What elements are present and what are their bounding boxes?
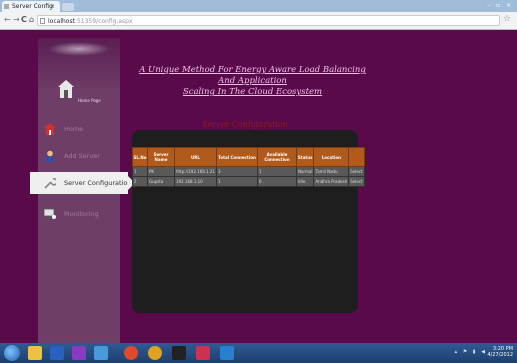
system-tray-icons[interactable]: ▴ ⚑ ▮ ◀ (455, 349, 487, 355)
panel-title: Server Configuration (202, 120, 288, 129)
table-row: 2 Gupsta 192.168.1.10 1 0 Idle Andhra Pr… (132, 176, 365, 187)
cell-sl-no: 1 (132, 166, 148, 177)
start-button[interactable] (4, 345, 20, 361)
sidebar-item-label: Monitoring (64, 210, 99, 218)
browser-titlebar: Server Config × – ▫ × (0, 0, 517, 12)
forward-arrow-icon[interactable]: → (13, 15, 20, 25)
firefox-icon[interactable] (148, 346, 162, 360)
sidebar-header (38, 38, 120, 93)
cell-status: Normal (295, 166, 315, 177)
page-heading-line2: Scaling In The Cloud Ecosystem (182, 87, 323, 97)
tab-close-icon[interactable]: × (50, 1, 55, 12)
wrench-icon (44, 178, 56, 189)
url-path: :51359/config.aspx (74, 18, 133, 25)
home-page-label: Home Page (78, 98, 101, 103)
reload-icon[interactable]: C (21, 15, 27, 25)
cell-location: Andhra Pradesh (313, 176, 350, 187)
sidebar-item-label: Home (64, 125, 84, 133)
window-controls[interactable]: – ▫ × (487, 0, 513, 11)
column-header: Server Name (147, 147, 175, 167)
column-header: URL (174, 147, 217, 167)
star-app-icon[interactable] (196, 346, 210, 360)
windows-taskbar: ▴ ⚑ ▮ ◀ 3:20 PM 4/27/2012 (0, 343, 517, 363)
column-header: Location (313, 147, 350, 167)
file-explorer-icon[interactable] (28, 346, 42, 360)
chrome-icon[interactable] (124, 346, 138, 360)
url-host: localhost (48, 18, 75, 25)
cell-total-connection: 3 (215, 166, 258, 177)
app-icon[interactable] (172, 346, 186, 360)
home-icon[interactable]: ⌂ (29, 15, 34, 25)
clock[interactable]: 3:20 PM 4/27/2012 (487, 346, 513, 358)
cell-sl-no: 2 (132, 176, 148, 187)
sidebar-item-home[interactable]: Home (38, 118, 120, 140)
select-link[interactable]: Select (348, 176, 365, 187)
address-bar-row: ← → C ⌂ localhost:51359/config.aspx ☆ (0, 12, 517, 30)
browser-icon[interactable] (220, 346, 234, 360)
tab-title: Server Config (12, 3, 53, 10)
table-row: 1 PK http://192.168.1.21 3 1 Normal Tami… (132, 166, 365, 177)
cell-server-name: Gupsta (147, 176, 175, 187)
new-tab-button[interactable] (62, 3, 74, 11)
home-page-icon[interactable] (58, 80, 74, 98)
back-arrow-icon[interactable]: ← (4, 15, 11, 25)
clock-date: 4/27/2012 (487, 352, 513, 358)
page-heading-line1: A Unique Method For Energy Aware Load Ba… (139, 65, 366, 86)
visual-studio-icon[interactable] (72, 346, 86, 360)
page-favicon-icon (4, 4, 9, 9)
column-header: Available Connection (256, 147, 297, 167)
column-header: Status (295, 147, 315, 167)
cell-location: Tamil Nadu (313, 166, 350, 177)
sidebar-item-add-server[interactable]: Add Server (38, 145, 120, 167)
cell-total-connection: 1 (215, 176, 258, 187)
column-header: Total Connection (215, 147, 258, 167)
home-icon (44, 123, 56, 135)
word-icon[interactable] (50, 346, 64, 360)
url-input[interactable]: localhost:51359/config.aspx (37, 15, 500, 26)
browser-tab[interactable]: Server Config × (2, 1, 60, 12)
cell-available-connection: 1 (256, 166, 297, 177)
bookmark-star-icon[interactable]: ☆ (503, 14, 511, 25)
cell-server-name: PK (147, 166, 175, 177)
server-table: SL.No Server Name URL Total Connection A… (132, 147, 365, 187)
monitor-icon (44, 208, 56, 219)
page-heading: A Unique Method For Energy Aware Load Ba… (130, 65, 375, 98)
select-link[interactable]: Select (348, 166, 365, 177)
user-icon (46, 150, 54, 162)
network-icon[interactable] (94, 346, 108, 360)
column-header (348, 147, 365, 167)
column-header: SL.No (132, 147, 148, 167)
sidebar-item-server-configuration[interactable]: Server Configuration (30, 172, 135, 194)
cell-available-connection: 0 (256, 176, 297, 187)
sidebar-item-label: Server Configuration (64, 179, 132, 187)
sidebar-item-monitoring[interactable]: Monitoring (38, 203, 120, 225)
cell-url: http://192.168.1.21 (174, 166, 217, 177)
cell-url: 192.168.1.10 (174, 176, 217, 187)
page-icon (40, 18, 45, 24)
cell-status: Idle (295, 176, 315, 187)
sidebar-item-label: Add Server (64, 152, 100, 160)
